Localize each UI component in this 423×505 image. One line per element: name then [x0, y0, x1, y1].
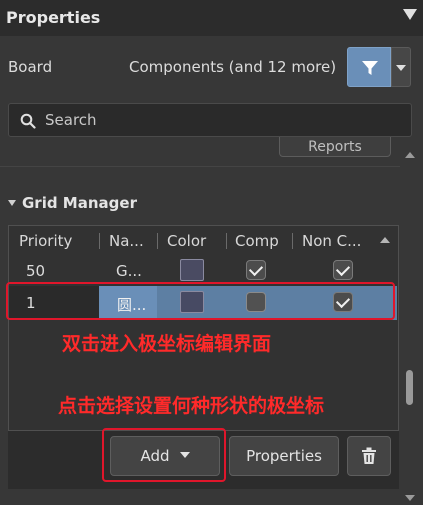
annotation-line1: 双击进入极坐标编辑界面 [62, 333, 272, 355]
scrollbar-thumb[interactable] [406, 370, 413, 405]
panel-menu-caret-icon[interactable] [403, 9, 417, 20]
board-label: Board [8, 58, 53, 76]
highlight-box-add [102, 428, 226, 482]
properties-button[interactable]: Properties [229, 436, 339, 476]
reports-section: Reports [0, 137, 400, 167]
column-divider[interactable] [157, 233, 158, 249]
column-header-name[interactable]: Na... [109, 227, 144, 255]
filter-icon [362, 61, 378, 75]
board-row: Board Components (and 12 more) [0, 36, 423, 96]
panel-header: Properties [0, 0, 423, 36]
filter-dropdown-button[interactable] [391, 47, 411, 87]
grid-manager-title[interactable]: Grid Manager [22, 194, 137, 212]
scroll-down-icon[interactable] [405, 495, 415, 501]
annotation-line2: 点击选择设置何种形状的极坐标 [58, 395, 325, 417]
column-header-comp[interactable]: Comp [235, 227, 279, 255]
column-divider[interactable] [292, 233, 293, 249]
priority-cell: 50 [26, 262, 46, 280]
search-icon [20, 113, 36, 129]
column-divider[interactable] [226, 233, 227, 249]
chevron-down-icon [396, 65, 406, 71]
reports-button[interactable]: Reports [279, 137, 391, 157]
column-divider[interactable] [99, 233, 100, 249]
sort-ascending-icon[interactable] [380, 237, 390, 243]
column-header-color[interactable]: Color [167, 227, 206, 255]
selection-filter-label: Components (and 12 more) [129, 58, 337, 76]
column-header-priority[interactable]: Priority [19, 227, 72, 255]
delete-button[interactable] [347, 436, 391, 476]
scroll-up-icon[interactable] [405, 152, 415, 158]
search-input[interactable] [45, 109, 395, 131]
non-comp-checkbox[interactable] [333, 260, 353, 280]
column-header-non-comp[interactable]: Non C... [302, 227, 361, 255]
panel-title: Properties [6, 8, 101, 27]
color-swatch[interactable] [180, 259, 204, 281]
comp-checkbox[interactable] [246, 260, 266, 280]
search-box[interactable] [8, 103, 412, 137]
trash-icon [362, 447, 376, 464]
highlight-box-row [6, 282, 395, 320]
filter-button[interactable] [347, 47, 391, 87]
collapse-caret-icon[interactable] [8, 200, 16, 206]
name-cell: G... [116, 262, 142, 280]
